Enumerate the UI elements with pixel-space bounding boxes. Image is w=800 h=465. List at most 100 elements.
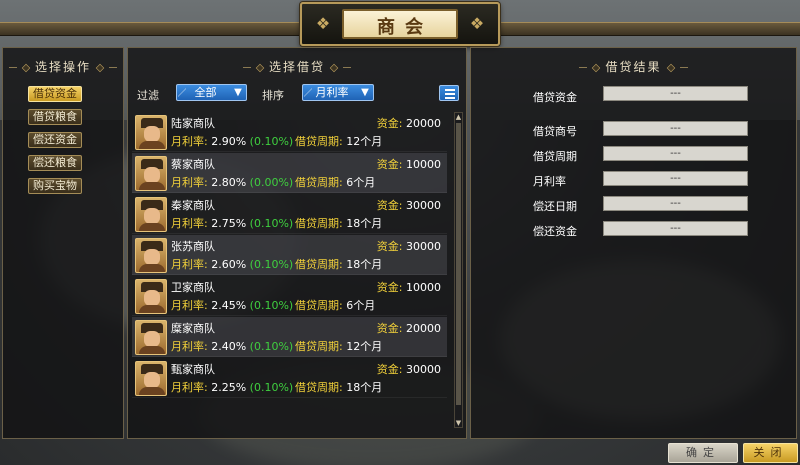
rate-key: 月利率: <box>171 381 208 394</box>
fund-value: 30000 <box>406 363 441 376</box>
rate-value: 2.40% <box>211 340 247 353</box>
fund-key: 资金: <box>376 363 403 376</box>
fund-value: 20000 <box>406 117 441 130</box>
rate-value: 2.90% <box>211 135 247 148</box>
period-value: 6个月 <box>346 299 376 312</box>
period-key: 借贷周期: <box>295 176 343 189</box>
action-repay-funds-button[interactable]: 偿还资金 <box>28 132 82 148</box>
fund-key: 资金: <box>376 117 403 130</box>
result-label-period: 借贷周期 <box>533 150 577 163</box>
lender-fund: 资金: 10000 <box>377 156 441 172</box>
lender-row[interactable]: 卫家商队 资金: 10000 月利率: 2.45% (0.10%) 借贷周期: 6个月 <box>132 276 447 316</box>
rate-value: 2.45% <box>211 299 247 312</box>
period-key: 借贷周期: <box>295 340 343 353</box>
merchant-portrait-icon <box>135 361 167 396</box>
lender-rate: 月利率: 2.60% (0.10%) <box>171 256 293 272</box>
lender-rate: 月利率: 2.40% (0.10%) <box>171 338 293 354</box>
merchant-portrait-icon <box>135 115 167 150</box>
rate-bonus: (0.10%) <box>249 135 294 148</box>
merchant-portrait-icon <box>135 279 167 314</box>
merchant-portrait-icon <box>135 320 167 355</box>
result-label-repay-date: 偿还日期 <box>533 200 577 213</box>
confirm-button[interactable]: 确定 <box>668 443 738 463</box>
period-key: 借贷周期: <box>295 381 343 394</box>
lender-row[interactable]: 秦家商队 资金: 30000 月利率: 2.75% (0.10%) 借贷周期: 18个… <box>132 194 447 234</box>
fund-value: 30000 <box>406 199 441 212</box>
scroll-down-icon[interactable]: ▼ <box>455 419 462 427</box>
chevron-down-icon: ▼ <box>361 87 369 98</box>
action-panel: 选择操作 借贷资金 借贷粮食 偿还资金 偿还粮食 购买宝物 <box>2 47 124 439</box>
result-value-period: --- <box>603 146 748 161</box>
rate-bonus: (0.10%) <box>249 381 294 394</box>
fund-key: 资金: <box>376 158 403 171</box>
merchant-portrait-icon <box>135 238 167 273</box>
lender-row[interactable]: 蔡家商队 资金: 10000 月利率: 2.80% (0.00%) 借贷周期: 6个月 <box>132 153 447 193</box>
lender-fund: 资金: 20000 <box>377 115 441 131</box>
lender-fund: 资金: 30000 <box>377 361 441 377</box>
lender-fund: 资金: 10000 <box>377 279 441 295</box>
scroll-thumb[interactable] <box>456 123 461 405</box>
period-value: 12个月 <box>346 340 383 353</box>
result-value-repay-date: --- <box>603 196 748 211</box>
rate-key: 月利率: <box>171 135 208 148</box>
lender-name: 张苏商队 <box>171 240 215 253</box>
filter-select-value: 全部 <box>194 86 217 99</box>
sort-label: 排序 <box>262 89 284 102</box>
rate-key: 月利率: <box>171 176 208 189</box>
close-button[interactable]: 关闭 <box>743 443 798 463</box>
period-value: 18个月 <box>346 217 383 230</box>
merchant-portrait-icon <box>135 156 167 191</box>
lender-row[interactable]: 张苏商队 资金: 30000 月利率: 2.60% (0.10%) 借贷周期: 18个… <box>132 235 447 275</box>
lender-period: 借贷周期: 18个月 <box>295 256 382 272</box>
filter-select[interactable]: 全部 ▼ <box>176 84 247 101</box>
lender-period: 借贷周期: 6个月 <box>295 297 375 313</box>
result-label-lender: 借贷商号 <box>533 125 577 138</box>
fund-key: 资金: <box>376 240 403 253</box>
period-key: 借贷周期: <box>295 135 343 148</box>
lender-name: 糜家商队 <box>171 322 215 335</box>
result-label-repay-funds: 偿还资金 <box>533 225 577 238</box>
action-buy-treasure-button[interactable]: 购买宝物 <box>28 178 82 194</box>
result-value-monthly-rate: --- <box>603 171 748 186</box>
lender-rate: 月利率: 2.45% (0.10%) <box>171 297 293 313</box>
rate-key: 月利率: <box>171 340 208 353</box>
lender-rate: 月利率: 2.90% (0.10%) <box>171 133 293 149</box>
rate-bonus: (0.10%) <box>249 217 294 230</box>
lender-name: 卫家商队 <box>171 281 215 294</box>
rate-value: 2.75% <box>211 217 247 230</box>
lender-fund: 资金: 30000 <box>377 197 441 213</box>
rate-value: 2.60% <box>211 258 247 271</box>
lender-row[interactable]: 陆家商队 资金: 20000 月利率: 2.90% (0.10%) 借贷周期: 12个… <box>132 112 447 152</box>
fund-value: 10000 <box>406 281 441 294</box>
rate-bonus: (0.10%) <box>249 299 294 312</box>
lender-rate: 月利率: 2.80% (0.00%) <box>171 174 293 190</box>
loan-panel-title: 选择借贷 <box>268 60 325 74</box>
period-key: 借贷周期: <box>295 258 343 271</box>
sort-select-value: 月利率 <box>315 86 349 99</box>
rate-value: 2.80% <box>211 176 247 189</box>
lender-name: 陆家商队 <box>171 117 215 130</box>
lender-fund: 资金: 30000 <box>377 238 441 254</box>
lender-period: 借贷周期: 12个月 <box>295 133 382 149</box>
rate-bonus: (0.00%) <box>249 176 294 189</box>
list-icon <box>445 89 455 91</box>
action-panel-header: 选择操作 <box>3 58 123 75</box>
lender-row[interactable]: 甄家商队 资金: 30000 月利率: 2.25% (0.10%) 借贷周期: 18个… <box>132 358 447 398</box>
action-borrow-grain-button[interactable]: 借贷粮食 <box>28 109 82 125</box>
lender-list-scrollbar[interactable]: ▲ ▼ <box>454 112 463 428</box>
rate-bonus: (0.10%) <box>249 258 294 271</box>
lender-rate: 月利率: 2.75% (0.10%) <box>171 215 293 231</box>
action-borrow-funds-button[interactable]: 借贷资金 <box>28 86 82 102</box>
scroll-up-icon[interactable]: ▲ <box>455 113 462 121</box>
list-view-button[interactable] <box>439 85 459 101</box>
action-repay-grain-button[interactable]: 偿还粮食 <box>28 155 82 171</box>
chevron-down-icon: ▼ <box>234 87 242 98</box>
sort-select[interactable]: 月利率 ▼ <box>302 84 374 101</box>
result-value-loan-funds: --- <box>603 86 748 101</box>
rate-value: 2.25% <box>211 381 247 394</box>
fund-key: 资金: <box>376 281 403 294</box>
rate-key: 月利率: <box>171 299 208 312</box>
lender-rate: 月利率: 2.25% (0.10%) <box>171 379 293 395</box>
lender-row[interactable]: 糜家商队 资金: 20000 月利率: 2.40% (0.10%) 借贷周期: 12个… <box>132 317 447 357</box>
loan-result-panel: 借贷结果 借贷资金 --- 借贷商号 --- 借贷周期 --- 月利率 --- … <box>470 47 797 439</box>
